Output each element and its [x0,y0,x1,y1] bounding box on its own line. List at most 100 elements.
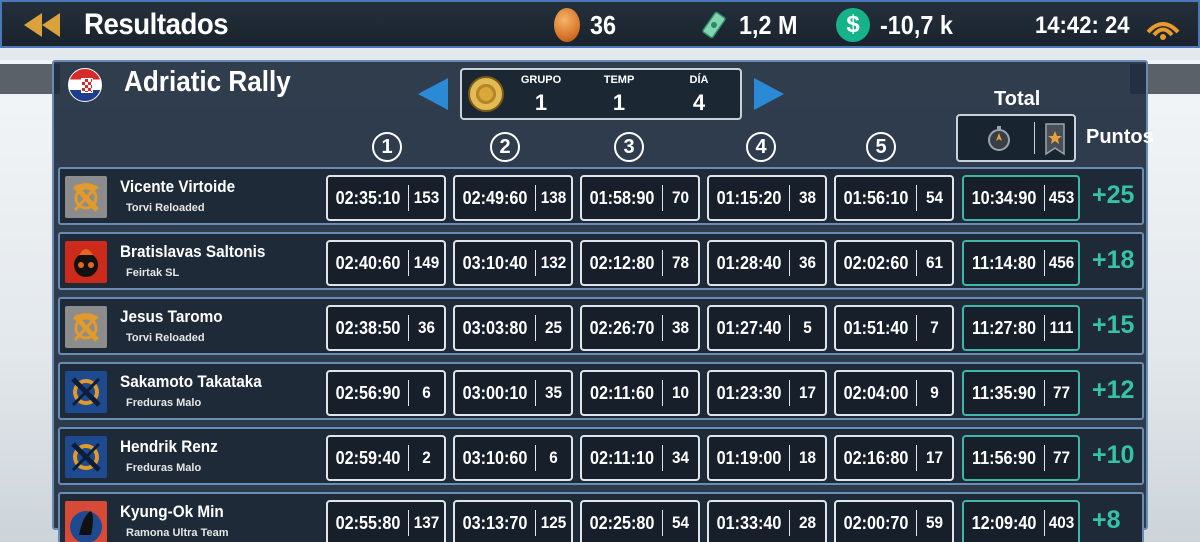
team-name: Freduras Malo [126,397,202,409]
stage-4-result: 01:28:40 36 [707,240,827,286]
cell-divider [916,445,917,471]
stage-position: 10 [671,383,690,402]
result-row[interactable]: Hendrik Renz Freduras Malo 02:59:40 2 03:10:… [58,427,1144,485]
croatia-flag-icon [68,68,102,102]
total-result: 12:09:40 403 [962,500,1080,542]
stage-time: 01:15:20 [716,187,782,208]
result-row[interactable]: Bratislavas Saltonis Feirtak SL 02:40:60 14… [58,232,1144,290]
season-info: TEMP 1 [584,74,654,116]
stage-time: 02:38:50 [335,317,401,338]
stage-3-result: 02:11:10 34 [580,435,700,481]
cell-divider [535,185,536,211]
stage-3-header: 3 [614,132,644,162]
stage-time: 01:23:30 [716,382,782,403]
stage-5-header: 5 [866,132,896,162]
back-button[interactable] [20,10,64,40]
stage-1-result: 02:40:60 149 [326,240,446,286]
cell-divider [789,445,790,471]
total-position: 77 [1052,448,1071,467]
stage-position: 153 [413,188,440,207]
stage-1-result: 02:56:90 6 [326,370,446,416]
cell-divider [408,380,409,406]
stage-time: 02:02:60 [843,252,909,273]
stage-time: 02:16:80 [843,447,909,468]
cell-divider [789,380,790,406]
team-name: Ramona Ultra Team [126,527,229,539]
result-row[interactable]: Jesus Taromo Torvi Reloaded 02:38:50 36 03:0… [58,297,1144,355]
stage-position: 34 [671,448,690,467]
cell-divider [916,380,917,406]
cash-value: 1,2 M [739,9,798,40]
stage-position: 18 [798,448,817,467]
double-arrow-left-icon [24,13,60,37]
driver-name: Bratislavas Saltonis [120,242,266,261]
points-earned: +10 [1092,441,1135,469]
result-row[interactable]: Vicente Virtoide Torvi Reloaded 02:35:10 15… [58,167,1144,225]
stage-5-result: 02:16:80 17 [834,435,954,481]
stage-time: 01:58:90 [589,187,655,208]
stage-1-result: 02:59:40 2 [326,435,446,481]
stage-time: 02:59:40 [335,447,401,468]
stage-time: 02:35:10 [335,187,401,208]
next-event-button[interactable] [754,78,784,110]
cell-divider [662,185,663,211]
stage-position: 6 [422,383,431,402]
total-result: 11:56:90 77 [962,435,1080,481]
top-bar: Resultados 36 1,2 M $ -10,7 k 14:42: 24 [0,0,1200,48]
cell-divider [535,315,536,341]
rally-name: Adriatic Rally [124,66,291,98]
total-time: 11:56:90 [972,447,1036,468]
cell-divider [408,250,409,276]
stage-3-result: 02:12:80 78 [580,240,700,286]
total-time: 12:09:40 [971,512,1037,533]
cell-divider [662,445,663,471]
stage-time: 01:27:40 [716,317,782,338]
team-name: Torvi Reloaded [126,332,205,344]
team-logo-icon [65,176,107,218]
coin-icon [554,8,580,42]
result-row[interactable]: Kyung-Ok Min Ramona Ultra Team 02:55:80 137… [58,492,1144,542]
total-header: Total [994,88,1041,110]
points-earned: +25 [1092,181,1135,209]
total-time: 10:34:90 [971,187,1037,208]
cell-divider [916,185,917,211]
stage-2-result: 03:00:10 35 [453,370,573,416]
stage-time: 01:33:40 [716,512,782,533]
cell-divider [408,445,409,471]
cell-divider [1044,315,1045,341]
stage-1-result: 02:35:10 153 [326,175,446,221]
stage-position: 70 [671,188,690,207]
cell-divider [1044,185,1045,211]
cell-divider [1044,510,1045,536]
total-position: 453 [1048,188,1075,207]
medal-icon [468,76,504,112]
stage-2-result: 03:10:40 132 [453,240,573,286]
points-header: Puntos [1086,126,1154,148]
background-stripe [0,64,60,94]
cell-divider [535,510,536,536]
result-row[interactable]: Sakamoto Takataka Freduras Malo 02:56:90 6 0… [58,362,1144,420]
stage-4-result: 01:33:40 28 [707,500,827,542]
cell-divider [535,380,536,406]
total-result: 11:14:80 456 [962,240,1080,286]
stage-4-result: 01:27:40 5 [707,305,827,351]
cell-divider [662,250,663,276]
points-earned: +15 [1092,311,1135,339]
stage-position: 38 [671,318,690,337]
dollar-cycle-icon: $ [836,8,870,42]
driver-name: Sakamoto Takataka [120,372,262,391]
clock: 14:42: 24 [1035,12,1130,39]
cell-divider [1044,250,1045,276]
team-name: Torvi Reloaded [126,202,205,214]
stage-position: 38 [798,188,817,207]
total-position: 456 [1048,253,1075,272]
cell-divider [662,315,663,341]
cell-divider [789,315,790,341]
stage-time: 01:28:40 [716,252,782,273]
stage-3-result: 01:58:90 70 [580,175,700,221]
stage-time: 02:56:90 [335,382,401,403]
previous-event-button[interactable] [418,78,448,110]
cell-divider [535,445,536,471]
balance-value: -10,7 k [880,9,953,40]
cell-divider [916,510,917,536]
